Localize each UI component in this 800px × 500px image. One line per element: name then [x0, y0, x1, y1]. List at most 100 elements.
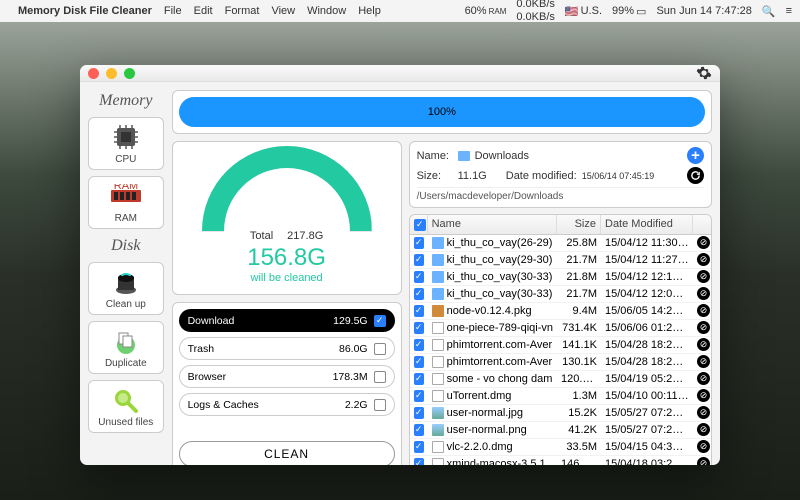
- folder-icon: [458, 151, 470, 161]
- menu-help[interactable]: Help: [358, 5, 381, 17]
- row-checkbox[interactable]: ✓: [414, 271, 424, 283]
- table-row[interactable]: ✓phimtorrent.com-Aver141.1K15/04/28 18:2…: [410, 337, 711, 354]
- row-block-icon[interactable]: ⊘: [697, 338, 710, 351]
- category-name: Logs & Caches: [188, 399, 345, 411]
- row-block-icon[interactable]: ⊘: [697, 372, 710, 385]
- row-block-icon[interactable]: ⊘: [697, 457, 710, 465]
- app-name[interactable]: Memory Disk File Cleaner: [18, 5, 152, 17]
- zoom-icon[interactable]: [124, 68, 135, 79]
- table-row[interactable]: ✓user-normal.png41.2K15/05/27 07:24:32⊘: [410, 422, 711, 439]
- category-checkbox[interactable]: [374, 343, 386, 355]
- file-name: user-normal.jpg: [447, 407, 523, 419]
- category-row[interactable]: Logs & Caches2.2G: [179, 393, 395, 416]
- table-row[interactable]: ✓uTorrent.dmg1.3M15/04/10 00:11:53⊘: [410, 388, 711, 405]
- row-block-icon[interactable]: ⊘: [697, 406, 710, 419]
- row-block-icon[interactable]: ⊘: [697, 270, 710, 283]
- row-checkbox[interactable]: ✓: [414, 356, 424, 368]
- category-size: 178.3M: [333, 371, 368, 383]
- row-block-icon[interactable]: ⊘: [697, 321, 710, 334]
- row-checkbox[interactable]: ✓: [414, 288, 424, 300]
- close-icon[interactable]: [88, 68, 99, 79]
- clean-button[interactable]: CLEAN: [179, 441, 395, 466]
- row-block-icon[interactable]: ⊘: [697, 355, 710, 368]
- row-block-icon[interactable]: ⊘: [697, 304, 710, 317]
- menubar-flag-icon[interactable]: 🇺🇸 U.S.: [565, 5, 602, 18]
- row-checkbox[interactable]: ✓: [414, 407, 424, 419]
- recycle-bin-icon: [109, 267, 143, 297]
- col-size[interactable]: Size: [557, 215, 601, 234]
- category-name: Trash: [188, 343, 339, 355]
- table-row[interactable]: ✓xmind-macosx-3.5.1.146.0M15/04/18 03:26…: [410, 456, 711, 466]
- category-row[interactable]: Trash86.0G: [179, 337, 395, 360]
- row-block-icon[interactable]: ⊘: [697, 236, 710, 249]
- sidebar-item-label: Clean up: [106, 299, 146, 310]
- settings-gear-icon[interactable]: [696, 65, 712, 81]
- sidebar-item-cleanup[interactable]: Clean up: [88, 262, 164, 315]
- file-table: ✓ Name Size Date Modified ✓ki_thu_co_vay…: [409, 214, 712, 465]
- menu-edit[interactable]: Edit: [194, 5, 213, 17]
- file-type-icon: [432, 339, 444, 351]
- add-folder-button[interactable]: +: [687, 147, 704, 164]
- row-checkbox[interactable]: ✓: [414, 322, 424, 334]
- menu-file[interactable]: File: [164, 5, 182, 17]
- menu-view[interactable]: View: [271, 5, 295, 17]
- table-row[interactable]: ✓ki_thu_co_vay(30-33)21.8M15/04/12 12:12…: [410, 269, 711, 286]
- table-row[interactable]: ✓ki_thu_co_vay(30-33)21.7M15/04/12 12:02…: [410, 286, 711, 303]
- sidebar-item-duplicate[interactable]: Duplicate: [88, 321, 164, 374]
- table-row[interactable]: ✓vlc-2.2.0.dmg33.5M15/04/15 04:32:31⊘: [410, 439, 711, 456]
- row-block-icon[interactable]: ⊘: [697, 287, 710, 300]
- file-type-icon: [432, 458, 444, 466]
- category-checkbox[interactable]: [374, 371, 386, 383]
- menu-format[interactable]: Format: [225, 5, 260, 17]
- menubar-list-icon[interactable]: ≡: [786, 5, 792, 17]
- table-row[interactable]: ✓user-normal.jpg15.2K15/05/27 07:28:25⊘: [410, 405, 711, 422]
- menubar-net[interactable]: 0.0KB/s0.0KB/s: [516, 0, 555, 23]
- titlebar[interactable]: [80, 65, 720, 82]
- file-name: ki_thu_co_vay(26-29): [447, 237, 553, 249]
- file-size: 1.3M: [557, 390, 601, 402]
- table-row[interactable]: ✓ki_thu_co_vay(26-29)25.8M15/04/12 11:30…: [410, 235, 711, 252]
- minimize-icon[interactable]: [106, 68, 117, 79]
- select-all-checkbox[interactable]: ✓: [414, 219, 426, 231]
- table-row[interactable]: ✓some - vo chong dam120.3M15/04/19 05:26…: [410, 371, 711, 388]
- row-checkbox[interactable]: ✓: [414, 390, 424, 402]
- row-checkbox[interactable]: ✓: [414, 237, 424, 249]
- row-checkbox[interactable]: ✓: [414, 441, 424, 453]
- category-row[interactable]: Download129.5G✓: [179, 309, 395, 332]
- table-row[interactable]: ✓phimtorrent.com-Aver130.1K15/04/28 18:2…: [410, 354, 711, 371]
- row-block-icon[interactable]: ⊘: [697, 389, 710, 402]
- category-checkbox[interactable]: [374, 399, 386, 411]
- table-body[interactable]: ✓ki_thu_co_vay(26-29)25.8M15/04/12 11:30…: [410, 235, 711, 466]
- sidebar-item-ram[interactable]: RAM RAM: [88, 176, 164, 229]
- table-row[interactable]: ✓one-piece-789-qiqi-vn731.4K15/06/06 01:…: [410, 320, 711, 337]
- refresh-button[interactable]: [687, 167, 704, 184]
- row-checkbox[interactable]: ✓: [414, 458, 424, 466]
- menu-window[interactable]: Window: [307, 5, 346, 17]
- row-block-icon[interactable]: ⊘: [697, 440, 710, 453]
- row-checkbox[interactable]: ✓: [414, 254, 424, 266]
- sidebar-item-cpu[interactable]: CPU: [88, 117, 164, 170]
- row-block-icon[interactable]: ⊘: [697, 423, 710, 436]
- category-checkbox[interactable]: ✓: [374, 315, 386, 327]
- menubar-spotlight-icon[interactable]: 🔍: [762, 5, 776, 18]
- col-date[interactable]: Date Modified: [601, 215, 693, 234]
- sidebar-item-unused[interactable]: Unused files: [88, 380, 164, 433]
- category-row[interactable]: Browser178.3M: [179, 365, 395, 388]
- row-checkbox[interactable]: ✓: [414, 305, 424, 317]
- file-type-icon: [432, 322, 444, 334]
- menubar-clock[interactable]: Sun Jun 14 7:47:28: [656, 5, 751, 17]
- row-checkbox[interactable]: ✓: [414, 424, 424, 436]
- col-name[interactable]: Name: [428, 215, 557, 234]
- menubar-battery[interactable]: 99% ▭: [612, 5, 646, 18]
- row-checkbox[interactable]: ✓: [414, 373, 424, 385]
- row-block-icon[interactable]: ⊘: [697, 253, 710, 266]
- file-date: 15/04/18 03:26:48: [601, 458, 693, 466]
- table-row[interactable]: ✓node-v0.12.4.pkg9.4M15/06/05 14:24:42⊘: [410, 303, 711, 320]
- file-name: one-piece-789-qiqi-vn: [447, 322, 553, 334]
- menubar-ram[interactable]: 60%RAM: [465, 5, 507, 17]
- file-type-icon: [432, 254, 444, 266]
- row-checkbox[interactable]: ✓: [414, 339, 424, 351]
- table-row[interactable]: ✓ki_thu_co_vay(29-30)21.7M15/04/12 11:27…: [410, 252, 711, 269]
- file-size: 731.4K: [557, 322, 601, 334]
- folder-info-panel: Name: Downloads + Size: 11.1G Date modif…: [409, 141, 712, 208]
